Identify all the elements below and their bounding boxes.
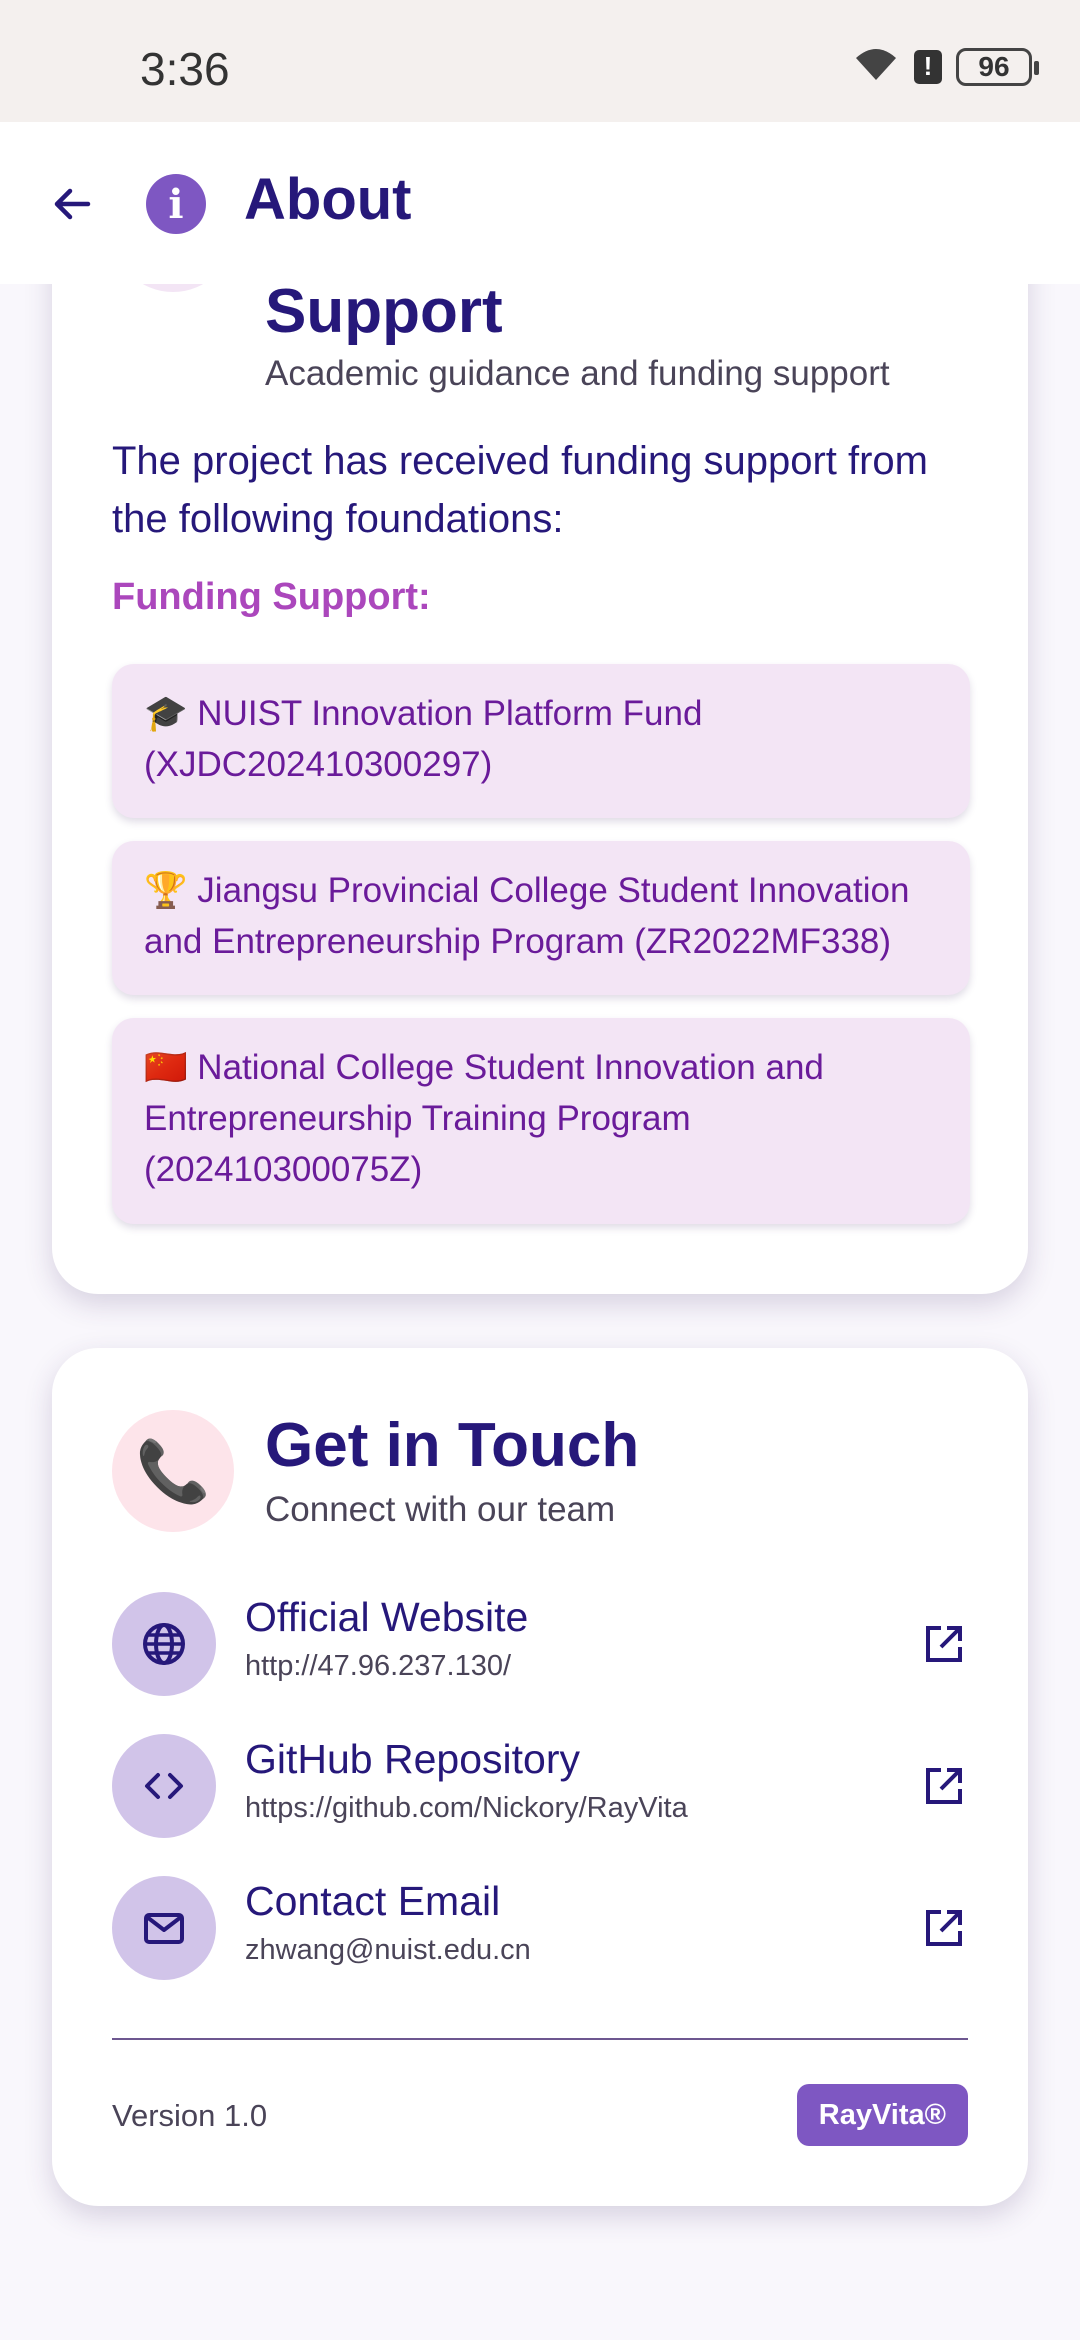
battery-level: 96: [978, 50, 1010, 82]
back-button[interactable]: [40, 172, 104, 236]
status-bar: 3:36 ! 96: [0, 0, 1080, 122]
mail-icon: [112, 1876, 216, 1980]
support-intro: The project has received funding support…: [112, 439, 928, 541]
contact-row-email[interactable]: Contact Email zhwang@nuist.edu.cn: [112, 1876, 968, 1980]
contact-row-website[interactable]: Official Website http://47.96.237.130/: [112, 1592, 968, 1696]
contact-row-github[interactable]: GitHub Repository https://github.com/Nic…: [112, 1734, 968, 1838]
version-text: Version 1.0: [112, 2098, 268, 2133]
contact-item-title: Official Website: [245, 1594, 529, 1640]
contact-item-title: GitHub Repository: [245, 1736, 580, 1782]
battery-icon: 96: [956, 47, 1039, 86]
code-icon: [112, 1734, 216, 1838]
status-icons: ! 96: [852, 44, 1039, 89]
app-bar: i About: [0, 122, 1080, 284]
fund-item-national: 🇨🇳 National College Student Innovation a…: [112, 1018, 970, 1224]
contact-item-value: zhwang@nuist.edu.cn: [245, 1934, 531, 1966]
contact-title: Get in Touch: [265, 1411, 640, 1480]
contact-item-value: https://github.com/Nickory/RayVita: [245, 1792, 688, 1824]
external-link-icon[interactable]: [920, 1620, 968, 1668]
external-link-icon[interactable]: [920, 1904, 968, 1952]
support-title: Support: [265, 277, 503, 346]
page-title: About: [244, 167, 412, 232]
contact-item-value: http://47.96.237.130/: [245, 1650, 512, 1682]
brand-badge: RayVita®: [796, 2084, 968, 2146]
fund-item-nuist: 🎓 NUIST Innovation Platform Fund (XJDC20…: [112, 664, 970, 818]
wifi-icon: [852, 44, 900, 89]
fund-item-jiangsu: 🏆 Jiangsu Provincial College Student Inn…: [112, 841, 970, 995]
status-time: 3:36: [140, 43, 230, 95]
fund-text: 🇨🇳 National College Student Innovation a…: [144, 1048, 824, 1189]
contact-item-title: Contact Email: [245, 1878, 501, 1924]
divider: [112, 2038, 968, 2040]
arrow-left-icon: [54, 188, 91, 220]
contact-card: 📞 Get in Touch Connect with our team Off…: [52, 1348, 1028, 2206]
support-subtitle: Academic guidance and funding support: [265, 354, 890, 393]
info-icon: i: [146, 174, 206, 234]
fund-text: 🏆 Jiangsu Provincial College Student Inn…: [144, 871, 910, 961]
globe-icon: [112, 1592, 216, 1696]
fund-text: 🎓 NUIST Innovation Platform Fund (XJDC20…: [144, 694, 703, 784]
phone-icon: 📞: [112, 1410, 234, 1532]
funding-label: Funding Support:: [112, 576, 431, 618]
support-card: 🏛️ Support Academic guidance and funding…: [52, 170, 1028, 1294]
contact-subtitle: Connect with our team: [265, 1490, 616, 1529]
alert-icon: !: [914, 49, 942, 84]
external-link-icon[interactable]: [920, 1762, 968, 1810]
